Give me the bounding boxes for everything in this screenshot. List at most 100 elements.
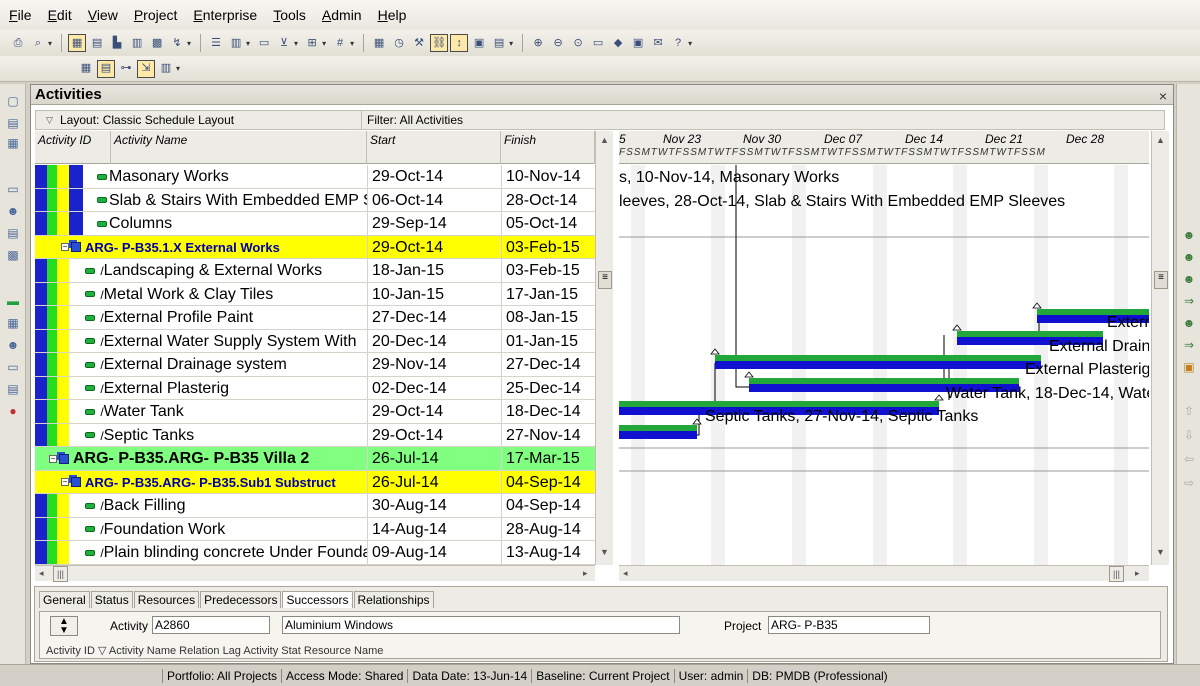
dropdown-arrow-icon[interactable]: ▾: [176, 64, 180, 73]
activity-row[interactable]: /External Profile Paint 27-Dec-14 08-Jan-1…: [35, 306, 595, 330]
dropdown-arrow-icon[interactable]: ▾: [187, 39, 191, 48]
dropdown-arrow-icon[interactable]: ▾: [294, 39, 298, 48]
add-successor-icon[interactable]: ⇒: [1181, 338, 1197, 352]
activity-table-icon[interactable]: ▦: [68, 34, 87, 52]
activity-row[interactable]: /External Drainage system 29-Nov-14 27-Dec…: [35, 353, 595, 377]
columns-icon[interactable]: ▥: [227, 34, 245, 52]
zoom-fit-icon[interactable]: ⊙: [569, 34, 587, 52]
portfolio-icon[interactable]: ▩: [5, 248, 21, 262]
grid-horizontal-scrollbar[interactable]: ◂ ||| ▸: [35, 565, 595, 582]
histogram-icon[interactable]: ▥: [157, 60, 175, 78]
gantt-view-icon[interactable]: ▤: [97, 59, 115, 78]
assignments-icon[interactable]: ▦: [5, 316, 21, 330]
activity-row[interactable]: /External Water Supply System With 20-Dec…: [35, 329, 595, 353]
activity-id-field[interactable]: A2860: [152, 616, 270, 634]
column-start[interactable]: Start: [367, 131, 501, 164]
dropdown-arrow-icon[interactable]: ▾: [350, 39, 354, 48]
activity-row[interactable]: /Foundation Work 14-Aug-14 28-Aug-14: [35, 517, 595, 541]
activity-name-field[interactable]: Aluminium Windows: [282, 616, 680, 634]
activity-network-icon[interactable]: ▙: [108, 34, 126, 52]
reports-icon[interactable]: ▤: [5, 226, 21, 240]
menu-file[interactable]: File: [8, 7, 33, 23]
assign-resource-icon[interactable]: ☻: [1181, 228, 1197, 242]
assign-role-icon[interactable]: ☻: [1181, 250, 1197, 264]
collapse-icon[interactable]: −: [61, 478, 69, 487]
scroll-up-icon[interactable]: ▲: [1156, 135, 1165, 145]
collapse-icon[interactable]: −: [61, 243, 69, 252]
zoom-in-icon[interactable]: ⊕: [529, 34, 547, 52]
diamond-icon[interactable]: ◆: [609, 34, 627, 52]
level-resources-icon[interactable]: ⚒: [410, 34, 428, 52]
tab-predecessors[interactable]: Predecessors: [200, 591, 282, 608]
column-finish[interactable]: Finish: [501, 131, 595, 164]
tracking-icon[interactable]: ▦: [5, 136, 21, 150]
tab-resources[interactable]: Resources: [133, 591, 200, 608]
activities-icon[interactable]: ▬: [5, 294, 21, 308]
dropdown-arrow-icon[interactable]: ▾: [322, 39, 326, 48]
dropdown-arrow-icon[interactable]: ▾: [688, 39, 692, 48]
activity-row[interactable]: /External Plasterig 02-Dec-14 25-Dec-14: [35, 376, 595, 400]
scroll-grip[interactable]: ≡: [598, 271, 612, 289]
bars-icon[interactable]: ▭: [255, 34, 273, 52]
chevron-down-icon[interactable]: ▽: [46, 111, 53, 129]
project-field[interactable]: ARG- P-B35: [768, 616, 930, 634]
scroll-grip[interactable]: |||: [1109, 566, 1125, 582]
layout-name[interactable]: Layout: Classic Schedule Layout: [60, 111, 234, 129]
projects-icon[interactable]: ▢: [5, 94, 21, 108]
notebook-icon[interactable]: ▣: [629, 34, 647, 52]
risks-icon[interactable]: ●: [5, 404, 21, 418]
filter-icon[interactable]: ⊻: [275, 34, 293, 52]
column-activity-name[interactable]: Activity Name: [111, 131, 367, 164]
thresholds-icon[interactable]: ▤: [5, 382, 21, 396]
assign-step-icon[interactable]: ☻: [1181, 316, 1197, 330]
dropdown-arrow-icon[interactable]: ▾: [246, 39, 250, 48]
tab-relationships[interactable]: Relationships: [353, 591, 434, 608]
trace-logic-icon[interactable]: ↯: [168, 34, 186, 52]
scroll-left-icon[interactable]: ◂: [39, 566, 44, 580]
menu-admin[interactable]: Admin: [321, 7, 363, 23]
scroll-right-icon[interactable]: ▸: [1135, 566, 1140, 580]
table-view-icon[interactable]: ▦: [77, 60, 95, 78]
layout-options-icon[interactable]: ☰: [207, 34, 225, 52]
gantt-horizontal-scrollbar[interactable]: ◂ ||| ▸: [619, 565, 1149, 582]
menu-project[interactable]: Project: [133, 7, 179, 23]
group-sort-icon[interactable]: ⊞: [303, 34, 321, 52]
resources-icon[interactable]: ☻: [5, 204, 21, 218]
scroll-up-icon[interactable]: ▲: [600, 135, 609, 145]
filter-name[interactable]: Filter: All Activities: [361, 111, 463, 129]
move-down-icon[interactable]: ⇩: [1181, 428, 1197, 442]
print-preview-icon[interactable]: ⌕: [29, 34, 47, 52]
gantt-chart-icon[interactable]: ▤: [88, 34, 106, 52]
assign-code-icon[interactable]: ☻: [1181, 272, 1197, 286]
dropdown-arrow-icon[interactable]: ▾: [48, 39, 52, 48]
documents-icon[interactable]: ▭: [5, 182, 21, 196]
activity-row[interactable]: Slab & Stairs With Embedded EMP S 06-Oct-…: [35, 188, 595, 212]
close-icon[interactable]: ×: [1159, 86, 1167, 106]
scroll-down-icon[interactable]: ▼: [1156, 547, 1165, 557]
help-icon[interactable]: ?: [669, 34, 687, 52]
add-predecessor-icon[interactable]: ⇒: [1181, 294, 1197, 308]
menu-tools[interactable]: Tools: [272, 7, 307, 23]
resource-profile-icon[interactable]: ▩: [148, 34, 166, 52]
activity-row[interactable]: Masonary Works 29-Oct-14 10-Nov-14: [35, 165, 595, 189]
tab-general[interactable]: General: [39, 591, 90, 608]
network-view-icon[interactable]: ⊶: [117, 60, 135, 78]
issues-icon[interactable]: ▭: [5, 360, 21, 374]
column-activity-id[interactable]: Activity ID: [35, 131, 111, 164]
progress-line-icon[interactable]: ↕: [450, 34, 469, 52]
print-icon[interactable]: ⎙: [9, 34, 27, 52]
activity-row[interactable]: /Septic Tanks 29-Oct-14 27-Nov-14: [35, 423, 595, 447]
attach-icon[interactable]: ▤: [490, 34, 508, 52]
wbs-structure-icon[interactable]: ☻: [5, 338, 21, 352]
dropdown-arrow-icon[interactable]: ▾: [509, 39, 513, 48]
wbs-icon[interactable]: ▤: [5, 116, 21, 130]
schedule-icon[interactable]: ◷: [390, 34, 408, 52]
hash-icon[interactable]: #: [331, 34, 349, 52]
notebook-topic-icon[interactable]: ▣: [1181, 360, 1197, 374]
menu-edit[interactable]: Edit: [47, 7, 73, 23]
tab-successors[interactable]: Successors: [282, 591, 353, 608]
menu-enterprise[interactable]: Enterprise: [192, 7, 258, 23]
activity-row[interactable]: /Metal Work & Clay Tiles 10-Jan-15 17-Jan-…: [35, 282, 595, 306]
scroll-down-icon[interactable]: ▼: [600, 547, 609, 557]
wbs-row[interactable]: − ARG- P-B35.ARG- P-B35.Sub1 Substruct 26-…: [35, 470, 595, 494]
